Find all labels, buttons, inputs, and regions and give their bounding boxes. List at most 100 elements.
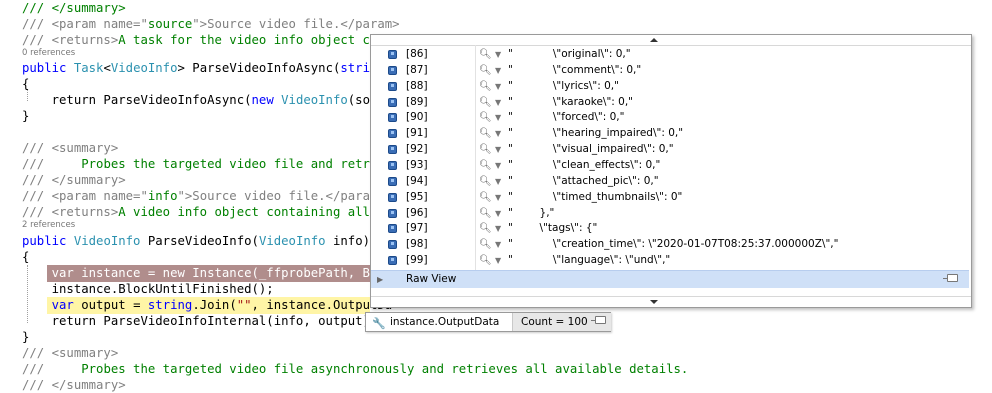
cube-icon (388, 192, 397, 202)
cube-icon (388, 145, 397, 155)
wrench-icon: 🔧 (372, 317, 386, 330)
datatip-row[interactable]: [92] 🔍︎ ▼ " \"visual_impaired\": 0," (371, 142, 971, 158)
datatip-row[interactable]: [94] 🔍︎ ▼ " \"attached_pic\": 0," (371, 174, 971, 190)
magnifier-icon[interactable]: 🔍︎ (479, 126, 492, 142)
magnifier-icon[interactable]: 🔍︎ (479, 95, 492, 111)
expression-segment[interactable]: 🔧 instance.OutputData (366, 313, 511, 331)
cube-icon (388, 81, 397, 91)
row-index: [89] (406, 95, 428, 108)
cube-icon (388, 208, 397, 218)
datatip-row[interactable]: [90] 🔍︎ ▼ " \"forced\": 0," (371, 110, 971, 126)
datatip-row[interactable]: [99] 🔍︎ ▼ " \"language\": \"und\"," (371, 253, 971, 269)
row-value: " }," (508, 206, 555, 219)
dropdown-arrow-icon[interactable]: ▼ (495, 79, 501, 95)
dropdown-arrow-icon[interactable]: ▼ (495, 190, 501, 206)
row-value: " \"visual_impaired\": 0," (508, 143, 674, 156)
magnifier-icon[interactable]: 🔍︎ (479, 142, 492, 158)
dropdown-arrow-icon[interactable]: ▼ (495, 174, 501, 190)
cube-icon (388, 97, 397, 107)
magnifier-icon[interactable]: 🔍︎ (479, 47, 492, 63)
row-index: [97] (406, 222, 428, 235)
row-value: " \"comment\": 0," (508, 63, 642, 76)
magnifier-icon[interactable]: 🔍︎ (479, 221, 492, 237)
cube-icon (388, 113, 397, 123)
magnifier-icon[interactable]: 🔍︎ (479, 63, 492, 79)
dropdown-arrow-icon[interactable]: ▼ (495, 63, 501, 79)
up-arrow-icon (650, 38, 658, 42)
row-value: " \"language\": \"und\"," (508, 254, 671, 267)
datatip-row[interactable]: [93] 🔍︎ ▼ " \"clean_effects\": 0," (371, 158, 971, 174)
row-value: " \"clean_effects\": 0," (508, 158, 661, 171)
magnifier-icon[interactable]: 🔍︎ (479, 253, 492, 269)
dropdown-arrow-icon[interactable]: ▼ (495, 142, 501, 158)
row-index: [92] (406, 143, 428, 156)
row-value: " \"hearing_impaired\": 0," (508, 127, 684, 140)
row-value: " \"tags\": {" (508, 222, 598, 235)
cube-icon (388, 160, 397, 170)
row-value: " \"lyrics\": 0," (508, 79, 619, 92)
cube-icon (388, 129, 397, 139)
dropdown-arrow-icon[interactable]: ▼ (495, 126, 501, 142)
row-index: [94] (406, 174, 428, 187)
row-value: " \"timed_thumbnails\": 0" (508, 190, 683, 203)
datatip-row[interactable]: [98] 🔍︎ ▼ " \"creation_time\": \"2020-01-07… (371, 237, 971, 253)
hover-datatip[interactable]: 🔧 instance.OutputData Count = 100 (365, 312, 611, 332)
datatip-row[interactable]: [95] 🔍︎ ▼ " \"timed_thumbnails\": 0" (371, 190, 971, 206)
cube-icon (388, 224, 397, 234)
magnifier-icon[interactable]: 🔍︎ (479, 79, 492, 95)
raw-view-row[interactable]: ▶ Raw View (371, 270, 969, 288)
code-line: /// </summary> (22, 1, 126, 15)
row-index: [90] (406, 111, 428, 124)
code-line: /// <summary> (22, 346, 119, 360)
row-index: [98] (406, 238, 428, 251)
code-line: /// <param name="source">Source video fi… (22, 17, 400, 31)
row-index: [88] (406, 79, 428, 92)
dropdown-arrow-icon[interactable]: ▼ (495, 206, 501, 222)
datatip-row[interactable]: [96] 🔍︎ ▼ " }," (371, 206, 971, 222)
raw-view-label: Raw View (406, 273, 457, 285)
cube-icon (388, 256, 397, 266)
row-value: " \"attached_pic\": 0," (508, 174, 659, 187)
scroll-down-button[interactable] (371, 296, 971, 307)
pin-icon[interactable] (591, 316, 606, 324)
dropdown-arrow-icon[interactable]: ▼ (495, 95, 501, 111)
row-value: " \"forced\": 0," (508, 111, 625, 124)
value-segment[interactable]: Count = 100 (512, 313, 611, 331)
dropdown-arrow-icon[interactable]: ▼ (495, 253, 501, 269)
cube-icon (388, 176, 397, 186)
datatip-row[interactable]: [88] 🔍︎ ▼ " \"lyrics\": 0," (371, 79, 971, 95)
row-index: [99] (406, 254, 428, 267)
dropdown-arrow-icon[interactable]: ▼ (495, 158, 501, 174)
datatip-row[interactable]: [97] 🔍︎ ▼ " \"tags\": {" (371, 221, 971, 237)
magnifier-icon[interactable]: 🔍︎ (479, 190, 492, 206)
magnifier-icon[interactable]: 🔍︎ (479, 237, 492, 253)
cube-icon (388, 240, 397, 250)
dropdown-arrow-icon[interactable]: ▼ (495, 221, 501, 237)
datatip-row[interactable]: [89] 🔍︎ ▼ " \"karaoke\": 0," (371, 95, 971, 111)
expand-arrow-icon[interactable]: ▶ (377, 271, 383, 288)
magnifier-icon[interactable]: 🔍︎ (479, 206, 492, 222)
magnifier-icon[interactable]: 🔍︎ (479, 158, 492, 174)
row-index: [96] (406, 206, 428, 219)
datatip-row[interactable]: [86] 🔍︎ ▼ " \"original\": 0," (371, 47, 971, 63)
cube-icon (388, 50, 397, 59)
magnifier-icon[interactable]: 🔍︎ (479, 174, 492, 190)
dropdown-arrow-icon[interactable]: ▼ (495, 237, 501, 253)
scroll-up-button[interactable] (371, 35, 971, 46)
dropdown-arrow-icon[interactable]: ▼ (495, 110, 501, 126)
datatip-row[interactable]: [87] 🔍︎ ▼ " \"comment\": 0," (371, 63, 971, 79)
row-index: [95] (406, 190, 428, 203)
code-line: /// Probes the targeted video file async… (22, 362, 689, 376)
datatip-row[interactable]: [91] 🔍︎ ▼ " \"hearing_impaired\": 0," (371, 126, 971, 142)
row-value: " \"original\": 0," (508, 48, 631, 60)
magnifier-icon[interactable]: 🔍︎ (479, 110, 492, 126)
row-index: [87] (406, 63, 428, 76)
dropdown-arrow-icon[interactable]: ▼ (495, 47, 501, 63)
datatip-popup[interactable]: [86] 🔍︎ ▼ " \"original\": 0," [87] 🔍︎ ▼ " \"com… (370, 34, 972, 308)
row-value: " \"creation_time\": \"2020-01-07T08:25:… (508, 238, 839, 251)
count-label: Count = 100 (521, 316, 588, 328)
pin-icon[interactable] (943, 274, 958, 282)
row-index: [91] (406, 127, 428, 140)
row-value: " \"karaoke\": 0," (508, 95, 634, 108)
expression-label: instance.OutputData (390, 316, 500, 328)
